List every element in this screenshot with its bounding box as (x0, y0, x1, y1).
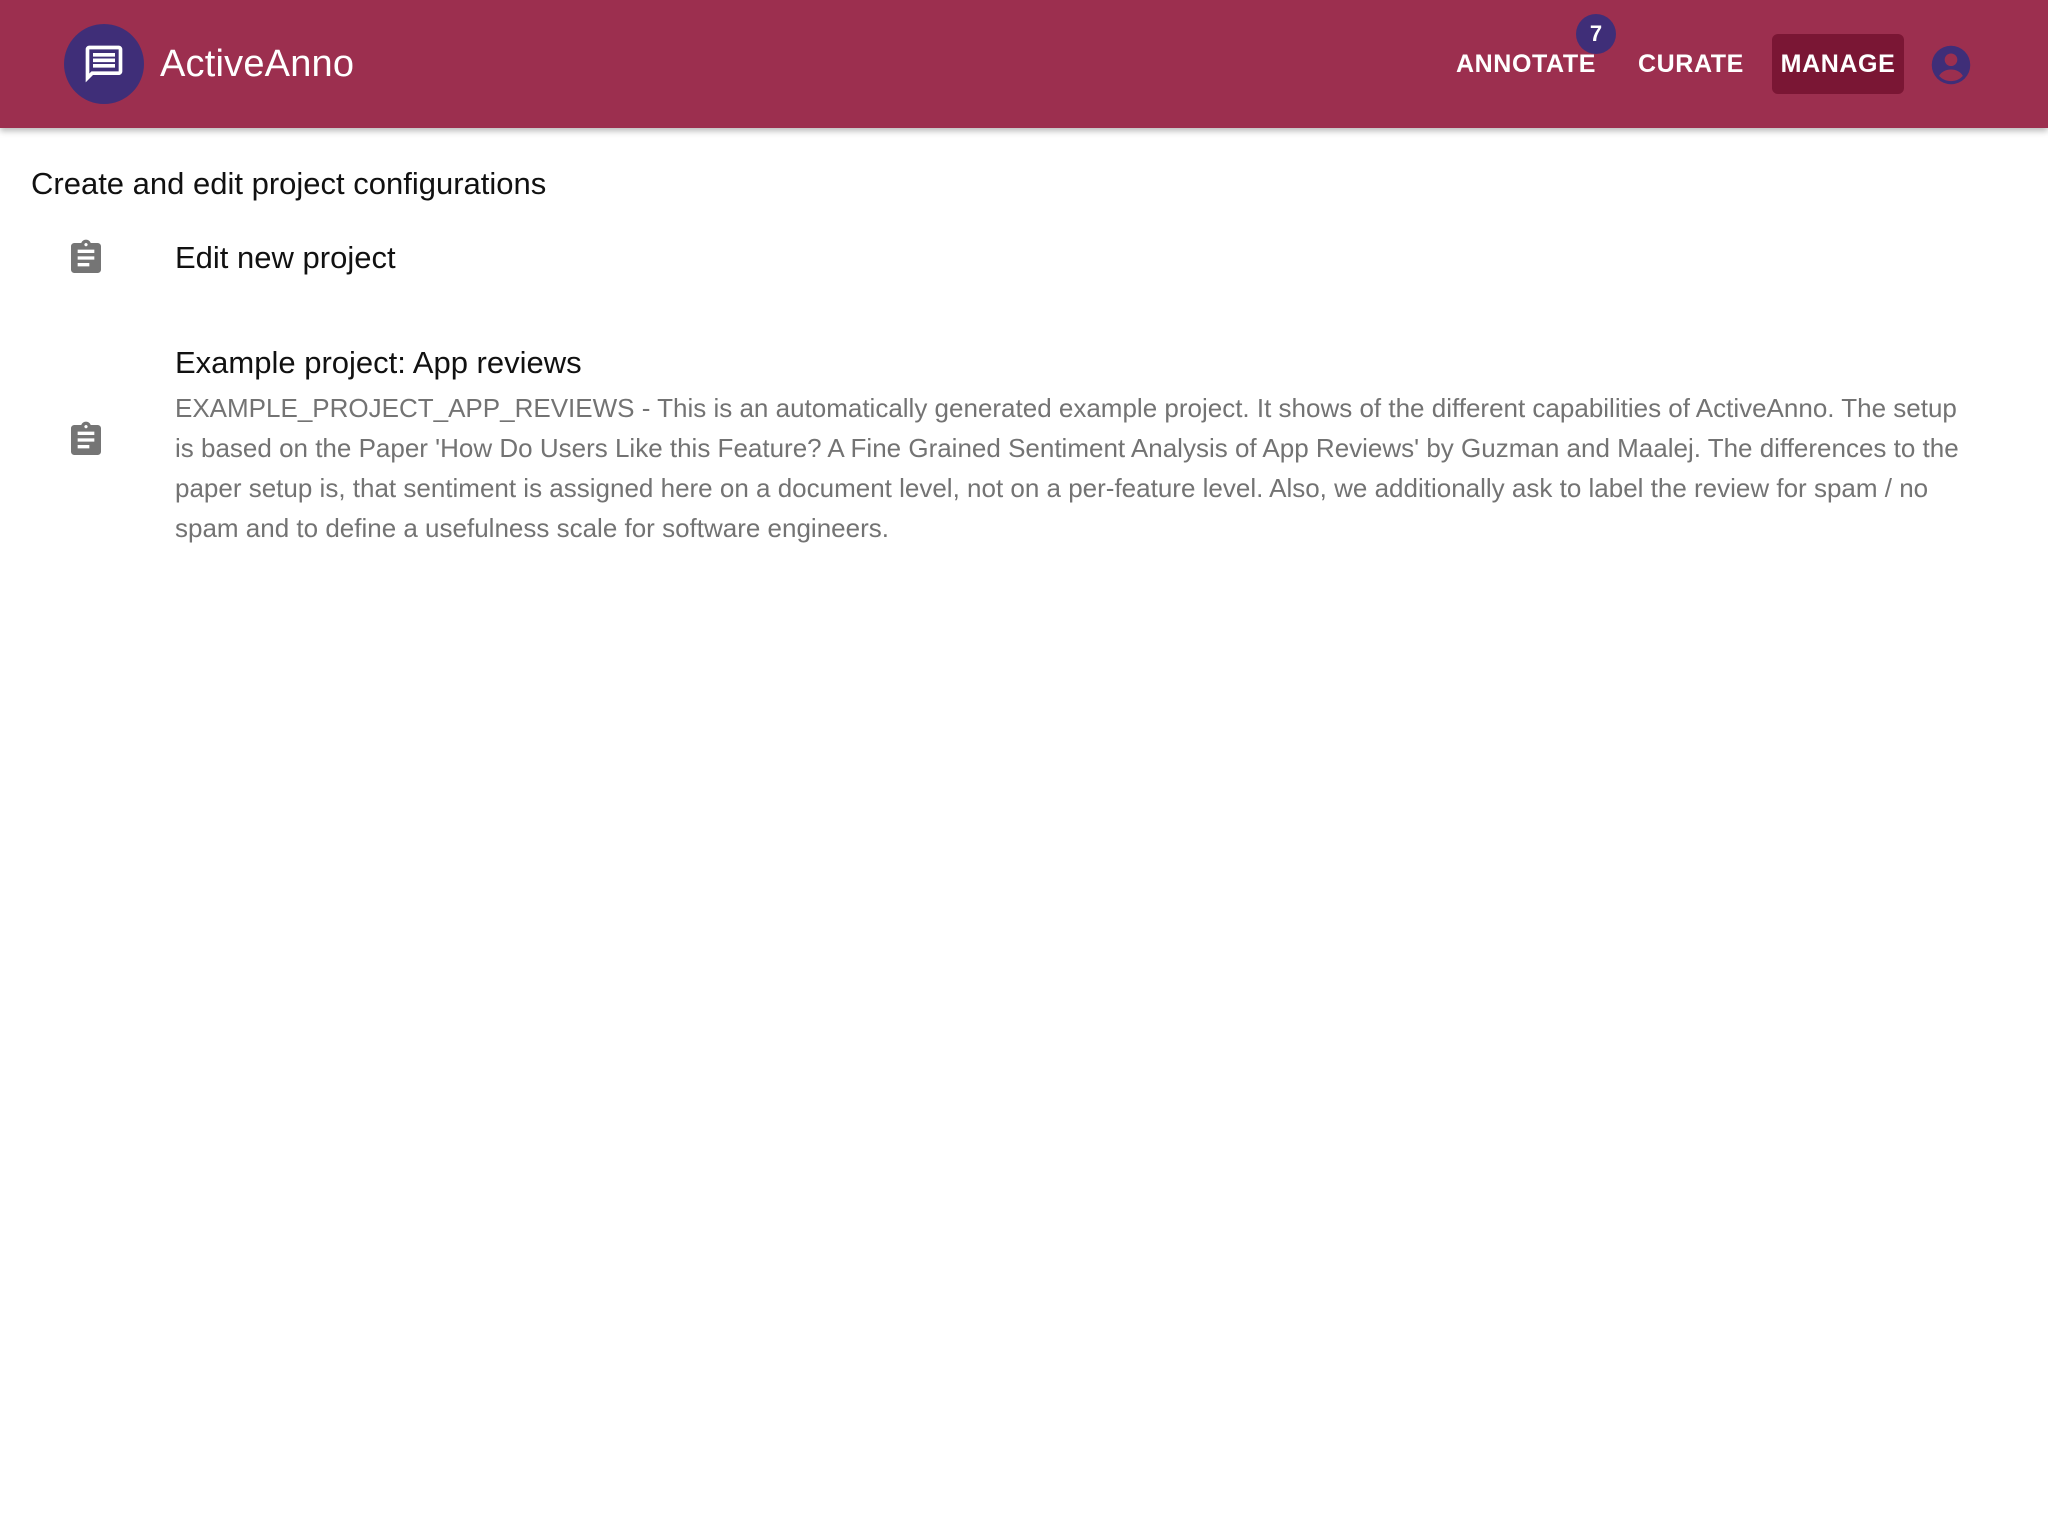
app-bar: ActiveAnno ANNOTATE 7 CURATE MANAGE (0, 0, 2048, 128)
nav-curate-label: CURATE (1638, 49, 1744, 78)
project-item-new[interactable]: Edit new project (0, 230, 2048, 310)
logo[interactable] (64, 24, 144, 104)
account-circle-icon (1931, 45, 1971, 85)
page-subtitle: Create and edit project configurations (31, 166, 547, 201)
clipboard-icon (71, 421, 101, 455)
project-description: EXAMPLE_PROJECT_APP_REVIEWS - This is an… (175, 393, 1959, 543)
nav-curate-button[interactable]: CURATE (1622, 34, 1760, 94)
project-title: Example project: App reviews (175, 345, 582, 380)
nav-manage-button[interactable]: MANAGE (1772, 34, 1904, 94)
app-title: ActiveAnno (160, 43, 355, 85)
chat-message-icon (85, 45, 123, 83)
annotate-count-badge: 7 (1576, 14, 1616, 54)
project-title: Edit new project (175, 240, 396, 275)
account-button[interactable] (1930, 44, 1972, 86)
clipboard-icon (71, 239, 101, 273)
nav-manage-label: MANAGE (1780, 49, 1896, 78)
project-item-example[interactable]: Example project: App reviews EXAMPLE_PRO… (0, 336, 2048, 556)
nav-annotate-label: ANNOTATE (1456, 49, 1596, 78)
